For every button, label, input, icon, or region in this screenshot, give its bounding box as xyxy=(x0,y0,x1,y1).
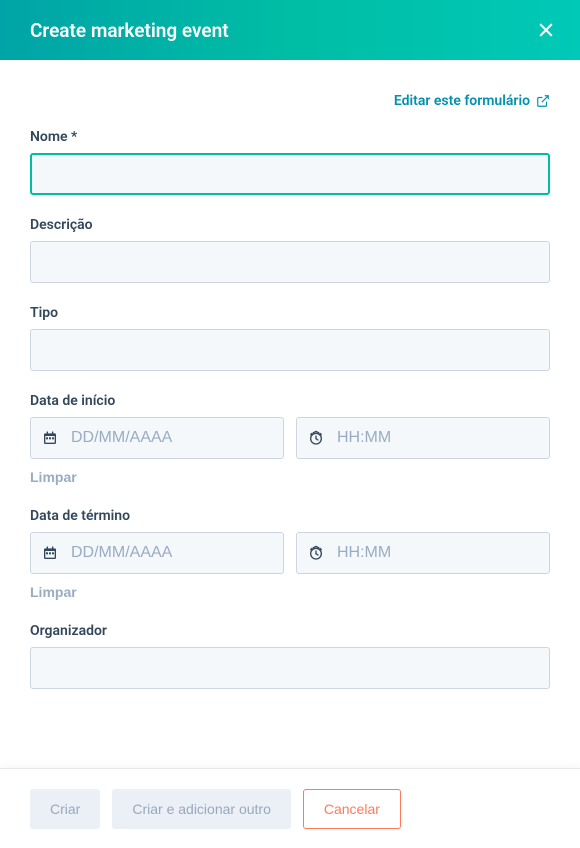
external-link-icon xyxy=(536,94,550,108)
calendar-icon xyxy=(42,430,58,446)
end-time-input-wrap xyxy=(296,532,550,574)
end-date-time-row xyxy=(30,532,550,574)
close-button[interactable] xyxy=(532,16,560,44)
description-label: Descrição xyxy=(30,217,550,233)
modal-footer: Criar Criar e adicionar outro Cancelar xyxy=(0,768,580,848)
name-label: Nome * xyxy=(30,129,550,145)
description-input[interactable] xyxy=(30,241,550,283)
type-input[interactable] xyxy=(30,329,550,371)
start-date-label: Data de início xyxy=(30,393,550,409)
cancel-button[interactable]: Cancelar xyxy=(303,789,401,829)
end-date-clear-button[interactable]: Limpar xyxy=(30,584,77,600)
organizer-input[interactable] xyxy=(30,647,550,689)
start-date-field-group: Data de início xyxy=(30,393,550,486)
edit-form-link-label: Editar este formulário xyxy=(394,93,530,109)
description-field-group: Descrição xyxy=(30,217,550,283)
end-time-input[interactable] xyxy=(296,532,550,574)
create-another-button[interactable]: Criar e adicionar outro xyxy=(112,789,291,829)
type-label: Tipo xyxy=(30,305,550,321)
end-date-input-wrap xyxy=(30,532,284,574)
organizer-label: Organizador xyxy=(30,623,550,639)
type-field-group: Tipo xyxy=(30,305,550,371)
clock-icon xyxy=(308,430,324,446)
start-date-input-wrap xyxy=(30,417,284,459)
name-input[interactable] xyxy=(30,153,550,195)
start-time-input-wrap xyxy=(296,417,550,459)
start-date-clear-button[interactable]: Limpar xyxy=(30,469,77,485)
modal-content: Editar este formulário Nome * Descrição … xyxy=(0,60,580,768)
modal-header: Create marketing event xyxy=(0,0,580,60)
edit-form-link[interactable]: Editar este formulário xyxy=(394,93,550,109)
modal-title: Create marketing event xyxy=(30,19,229,42)
clock-icon xyxy=(308,545,324,561)
start-date-time-row xyxy=(30,417,550,459)
start-date-input[interactable] xyxy=(30,417,284,459)
end-date-label: Data de término xyxy=(30,508,550,524)
start-time-input[interactable] xyxy=(296,417,550,459)
end-date-field-group: Data de término xyxy=(30,508,550,601)
close-icon xyxy=(536,20,556,40)
organizer-field-group: Organizador xyxy=(30,623,550,689)
create-button[interactable]: Criar xyxy=(30,789,100,829)
end-date-input[interactable] xyxy=(30,532,284,574)
edit-form-link-wrap: Editar este formulário xyxy=(30,90,550,109)
name-field-group: Nome * xyxy=(30,129,550,195)
calendar-icon xyxy=(42,545,58,561)
